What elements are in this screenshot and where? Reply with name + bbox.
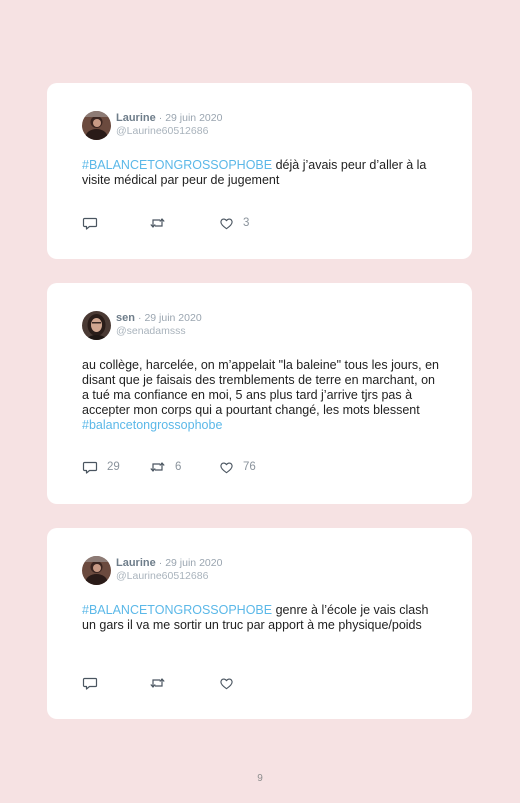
tweet-actions <box>82 675 442 691</box>
tweet-text: au collège, harcelée, on m’appelait "la … <box>82 358 442 433</box>
author-name[interactable]: Laurine <box>116 557 156 569</box>
reply-icon <box>82 677 98 690</box>
tweet-actions: 3 <box>82 215 442 231</box>
tweet-actions: 29 6 76 <box>82 459 442 475</box>
retweet-button[interactable]: 6 <box>149 459 181 475</box>
tweet-body: au collège, harcelée, on m’appelait "la … <box>82 358 440 417</box>
tweet-text: #BALANCETONGROSSOPHOBE genre à l’école j… <box>82 603 442 633</box>
reply-button[interactable]: 29 <box>82 459 120 475</box>
tweet-card-1: Laurine · 29 juin 2020 @Laurine60512686 … <box>47 83 472 259</box>
hashtag-link[interactable]: #balancetongrossophobe <box>82 418 222 432</box>
tweet-card-2: sen · 29 juin 2020 @senadamsss au collèg… <box>47 283 472 504</box>
like-button[interactable] <box>219 675 243 691</box>
tweet-card-3: Laurine · 29 juin 2020 @Laurine60512686 … <box>47 528 472 719</box>
tweet-date: · 29 juin 2020 <box>158 557 223 569</box>
tweet-text: #BALANCETONGROSSOPHOBE déjà j’avais peur… <box>82 158 442 188</box>
author-handle[interactable]: @Laurine60512686 <box>116 125 222 138</box>
reply-button[interactable] <box>82 675 107 691</box>
author-handle[interactable]: @Laurine60512686 <box>116 570 222 583</box>
retweet-button[interactable] <box>149 675 175 691</box>
avatar[interactable] <box>82 311 111 340</box>
hashtag-link[interactable]: #BALANCETONGROSSOPHOBE <box>82 158 272 172</box>
like-count: 76 <box>243 461 256 473</box>
heart-icon <box>220 678 233 689</box>
retweet-button[interactable] <box>149 215 175 231</box>
avatar[interactable] <box>82 556 111 585</box>
like-count: 3 <box>243 217 250 229</box>
avatar[interactable] <box>82 111 111 140</box>
tweet-date: · 29 juin 2020 <box>158 112 223 124</box>
hashtag-link[interactable]: #BALANCETONGROSSOPHOBE <box>82 603 272 617</box>
author-name[interactable]: sen <box>116 312 135 324</box>
reply-button[interactable] <box>82 215 107 231</box>
heart-icon <box>220 462 233 473</box>
like-button[interactable]: 76 <box>219 459 256 475</box>
author-handle[interactable]: @senadamsss <box>116 325 202 338</box>
reply-icon <box>82 461 98 474</box>
retweet-count: 6 <box>175 461 182 473</box>
retweet-icon <box>150 678 165 688</box>
retweet-icon <box>150 218 165 228</box>
author-name[interactable]: Laurine <box>116 112 156 124</box>
page-number: 9 <box>257 773 263 784</box>
heart-icon <box>220 218 233 229</box>
reply-count: 29 <box>107 461 120 473</box>
reply-icon <box>82 217 98 230</box>
retweet-icon <box>150 462 165 472</box>
like-button[interactable]: 3 <box>219 215 249 231</box>
tweet-date: · 29 juin 2020 <box>138 312 202 324</box>
